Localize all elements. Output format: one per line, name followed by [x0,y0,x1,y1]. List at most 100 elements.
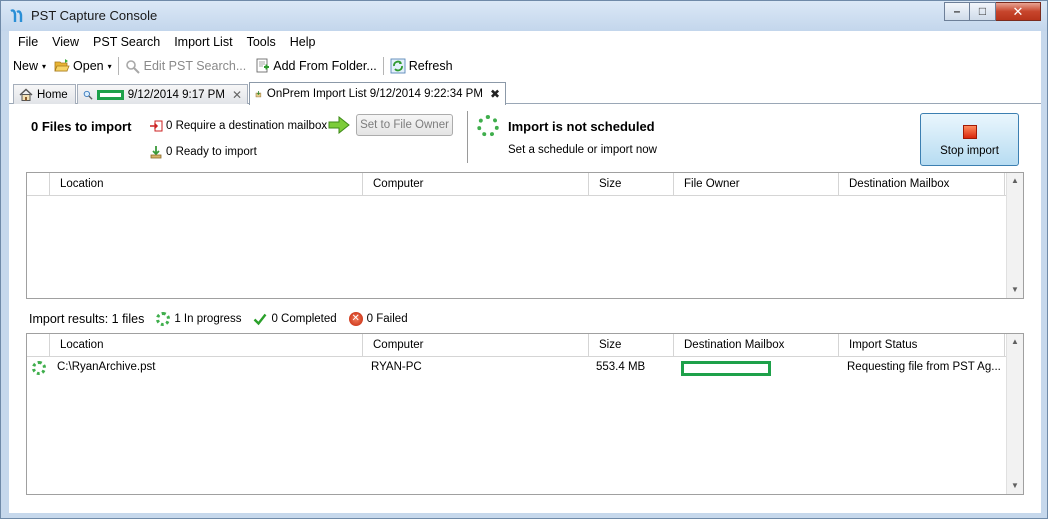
in-progress-status: 1 In progress [156,312,241,326]
require-mailbox-status: 0 Require a destination mailbox [149,119,327,133]
toolbar-separator [382,57,384,75]
cell-computer: RYAN-PC [371,361,422,373]
minimize-button[interactable]: – [944,2,970,21]
scroll-down-icon[interactable]: ▼ [1007,478,1023,494]
stop-icon [963,125,977,139]
menu-file[interactable]: File [9,31,45,53]
client-area: File View PST Search Import List Tools H… [9,31,1041,513]
refresh-icon [390,58,406,74]
column-header-location[interactable]: Location [50,334,363,357]
ready-status: 0 Ready to import [149,145,257,159]
vertical-scrollbar[interactable]: ▲ ▼ [1006,173,1023,298]
import-list-grid: Location Computer Size File Owner Destin… [26,172,1024,299]
completed-text: 0 Completed [271,313,337,325]
maximize-icon: □ [978,4,987,18]
tab-home[interactable]: Home [13,84,76,104]
open-label: Open [73,59,104,73]
menu-pst-search[interactable]: PST Search [86,31,167,53]
failed-status: ✕ 0 Failed [348,312,408,326]
column-header-computer[interactable]: Computer [363,334,589,357]
add-file-icon [256,58,270,73]
menu-bar: File View PST Search Import List Tools H… [9,31,1041,53]
add-from-folder-button[interactable]: Add From Folder... [250,55,381,77]
import-results-bar: Import results: 1 files 1 In progress 0 … [29,310,408,328]
tab-label: OnPrem Import List 9/12/2014 9:22:34 PM [266,88,483,100]
tab-strip: Home 9/12/2014 9:17 PM ✕ OnPrem Import L… [9,82,1041,105]
summary-divider [467,111,468,163]
require-mailbox-text: 0 Require a destination mailbox [166,120,328,132]
files-to-import-heading: 0 Files to import [31,119,132,134]
maximize-button[interactable]: □ [970,2,996,21]
ready-import-icon [150,146,162,159]
column-header-computer[interactable]: Computer [363,173,589,196]
edit-pst-search-button[interactable]: Edit PST Search... [121,55,251,77]
chevron-down-icon: ▾ [107,61,112,71]
scroll-up-icon[interactable]: ▲ [1007,334,1023,350]
scroll-down-icon[interactable]: ▼ [1007,282,1023,298]
redacted-mailbox [681,361,771,376]
folder-open-icon [54,59,70,72]
home-icon [19,88,33,101]
ready-text: 0 Ready to import [166,146,257,158]
column-header-import-status[interactable]: Import Status [839,334,1005,357]
vertical-scrollbar[interactable]: ▲ ▼ [1006,334,1023,494]
column-header-destination-mailbox[interactable]: Destination Mailbox [839,173,1005,196]
cell-size: 553.4 MB [596,361,646,373]
column-header-size[interactable]: Size [589,173,674,196]
add-folder-label: Add From Folder... [273,59,377,73]
tab-label: Home [37,88,68,101]
in-progress-text: 1 In progress [174,313,242,325]
cell-location: C:\RyanArchive.pst [57,361,156,373]
refresh-button[interactable]: Refresh [386,55,457,77]
tab-label: 9/12/2014 9:17 PM [127,88,225,101]
new-button[interactable]: New ▾ [9,55,50,77]
new-label: New [13,59,39,73]
search-icon [83,90,93,100]
menu-view[interactable]: View [45,31,86,53]
in-progress-spinner-icon [32,361,46,375]
column-header-select[interactable] [27,173,50,196]
menu-tools[interactable]: Tools [240,31,283,53]
close-tab-icon[interactable]: ✖ [490,87,500,101]
minimize-icon: – [953,4,961,18]
refresh-label: Refresh [408,59,453,73]
close-icon: ✕ [1012,4,1024,19]
table-row[interactable]: C:\RyanArchive.pst RYAN-PC 553.4 MB Requ… [27,358,1007,377]
column-header-destination-mailbox[interactable]: Destination Mailbox [674,334,839,357]
failed-text: 0 Failed [366,313,408,325]
search-edit-icon [125,60,140,74]
toolbar: New ▾ Open ▾ Edit PST Search... Add From… [9,53,1041,79]
close-tab-icon[interactable]: ✕ [232,88,242,102]
scroll-up-icon[interactable]: ▲ [1007,173,1023,189]
column-header-file-owner[interactable]: File Owner [674,173,839,196]
menu-import-list[interactable]: Import List [167,31,239,53]
title-bar[interactable]: PST Capture Console – □ ✕ [1,1,1047,31]
open-button[interactable]: Open ▾ [50,55,116,77]
app-logo-icon [10,9,23,22]
app-window: PST Capture Console – □ ✕ File View PST … [0,0,1048,519]
close-button[interactable]: ✕ [996,2,1041,21]
menu-help[interactable]: Help [283,31,323,53]
completed-status: 0 Completed [253,312,337,326]
checkmark-icon [254,313,267,326]
column-header-size[interactable]: Size [589,334,674,357]
chevron-down-icon: ▾ [42,61,47,71]
import-results-header: Location Computer Size Destination Mailb… [27,334,1007,357]
column-header-location[interactable]: Location [50,173,363,196]
arrow-right-icon [328,116,350,134]
in-progress-spinner-icon [156,312,171,326]
window-title: PST Capture Console [31,8,158,23]
tab-onprem-import-list[interactable]: OnPrem Import List 9/12/2014 9:22:34 PM … [249,82,506,105]
schedule-status-subtext: Set a schedule or import now [508,144,657,156]
set-to-file-owner-button[interactable]: Set to File Owner [356,114,453,136]
schedule-status-heading: Import is not scheduled [508,119,655,134]
cell-import-status: Requesting file from PST Ag... [847,361,1001,373]
redacted-name [96,89,124,100]
tab-pst-search[interactable]: 9/12/2014 9:17 PM ✕ [77,84,248,104]
edit-search-label: Edit PST Search... [143,59,247,73]
import-list-header: Location Computer Size File Owner Destin… [27,173,1007,196]
failed-icon: ✕ [348,312,363,326]
import-results-grid: Location Computer Size Destination Mailb… [26,333,1024,495]
stop-import-button[interactable]: Stop import [920,113,1019,166]
column-header-status-icon[interactable] [27,334,50,357]
